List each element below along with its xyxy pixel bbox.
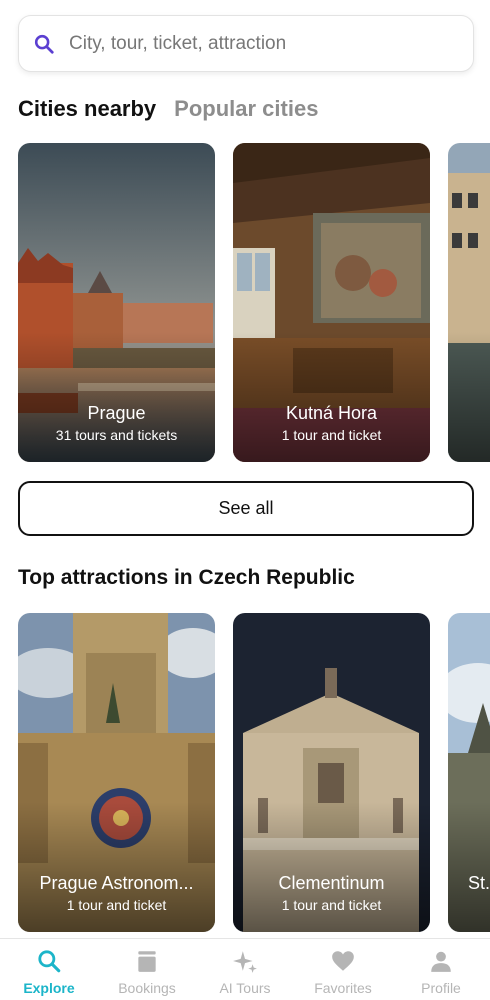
person-icon <box>431 951 451 972</box>
nav-label: Profile <box>421 980 461 996</box>
search-bar[interactable] <box>18 15 474 72</box>
nav-profile[interactable]: Profile <box>392 939 490 1000</box>
tab-popular-cities[interactable]: Popular cities <box>174 96 318 122</box>
tab-bar: Cities nearby Popular cities <box>18 96 318 122</box>
nav-ai-tours[interactable]: AI Tours <box>196 939 294 1000</box>
search-input[interactable] <box>69 32 449 55</box>
nav-favorites[interactable]: Favorites <box>294 939 392 1000</box>
heart-icon <box>332 951 354 971</box>
nav-label: Bookings <box>118 980 176 996</box>
attraction-title: St. <box>468 873 490 893</box>
search-icon <box>34 34 54 54</box>
attraction-card-astronomical-clock[interactable]: Prague Astronom... 1 tour and ticket <box>18 613 215 932</box>
nav-explore[interactable]: Explore <box>0 939 98 1000</box>
attractions-carousel[interactable]: Prague Astronom... 1 tour and ticket Cle… <box>18 613 490 933</box>
nav-label: Favorites <box>314 980 372 996</box>
sparkle-icon <box>233 951 257 973</box>
city-card-kutna-hora[interactable]: Kutná Hora 1 tour and ticket <box>233 143 430 462</box>
attraction-title: Prague Astronom... <box>39 873 194 893</box>
city-card-prague[interactable]: Prague 31 tours and tickets <box>18 143 215 462</box>
attraction-subtitle: 1 tour and ticket <box>66 897 167 913</box>
bookings-icon <box>138 951 156 972</box>
nav-label: Explore <box>23 980 75 996</box>
card-gradient <box>448 802 490 932</box>
attraction-card-partial[interactable]: St. <box>448 613 490 932</box>
attraction-subtitle: 1 tour and ticket <box>281 897 382 913</box>
nav-bookings[interactable]: Bookings <box>98 939 196 1000</box>
city-title: Prague <box>87 403 146 423</box>
city-subtitle: 31 tours and tickets <box>55 427 178 443</box>
tab-cities-nearby[interactable]: Cities nearby <box>18 96 156 122</box>
attraction-title: Clementinum <box>278 873 385 893</box>
see-all-button[interactable]: See all <box>18 481 474 536</box>
attraction-card-clementinum[interactable]: Clementinum 1 tour and ticket <box>233 613 430 932</box>
bottom-nav: Explore Bookings AI Tours Favorites Prof… <box>0 938 490 1000</box>
section-title: Top attractions in Czech Republic <box>18 566 355 589</box>
search-icon <box>38 950 61 973</box>
cities-carousel[interactable]: Prague 31 tours and tickets Kutná Hora 1… <box>18 143 490 463</box>
nav-label: AI Tours <box>219 980 271 996</box>
city-title: Kutná Hora <box>285 403 378 423</box>
card-gradient <box>448 332 490 462</box>
city-card-partial[interactable] <box>448 143 490 462</box>
city-subtitle: 1 tour and ticket <box>281 427 382 443</box>
